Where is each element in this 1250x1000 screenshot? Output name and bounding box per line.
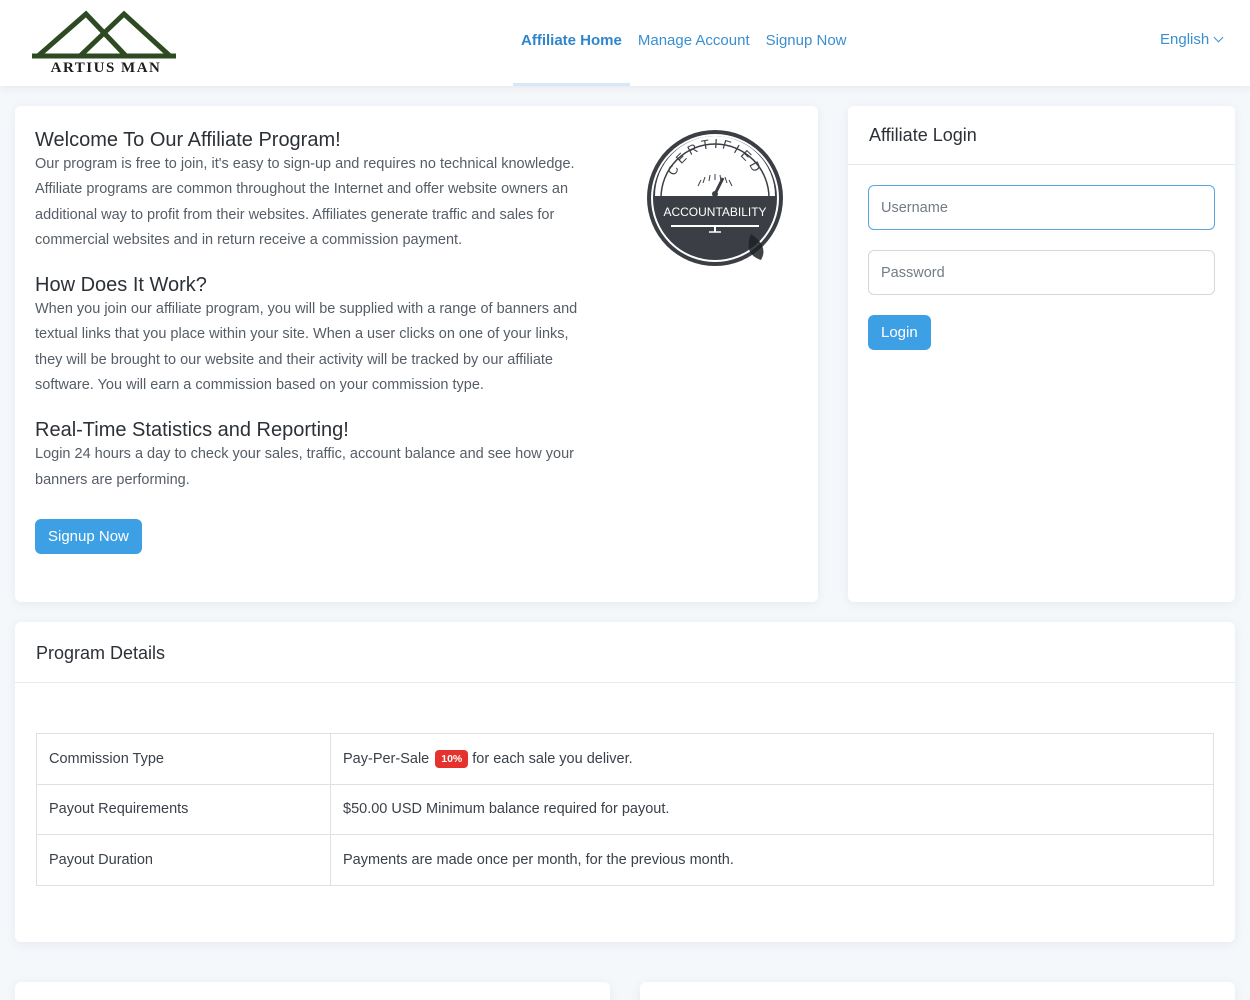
- login-button[interactable]: Login: [868, 315, 931, 350]
- commission-type-suffix: for each sale you deliver.: [472, 750, 633, 767]
- program-details-title: Program Details: [15, 622, 1235, 683]
- section-title-how: How Does It Work?: [35, 274, 207, 297]
- main-nav: Affiliate Home Manage Account Signup Now: [513, 0, 855, 86]
- table-row: Payout Requirements $50.00 USD Minimum b…: [36, 783, 1214, 835]
- nav-affiliate-home[interactable]: Affiliate Home: [513, 0, 630, 86]
- chevron-down-icon: [1213, 32, 1224, 43]
- top-navbar: ARTIUS MAN Affiliate Home Manage Account…: [0, 0, 1250, 86]
- brand-logo[interactable]: ARTIUS MAN: [20, 8, 192, 76]
- badge-label: ACCOUNTABILITY: [663, 205, 766, 219]
- section-body-stats: Login 24 hours a day to check your sales…: [35, 446, 574, 488]
- language-label: English: [1160, 31, 1210, 48]
- username-input[interactable]: [868, 185, 1215, 230]
- language-selector[interactable]: English: [1160, 31, 1224, 48]
- section-title-stats: Real-Time Statistics and Reporting!: [35, 419, 349, 442]
- section-body-how: When you join our affiliate program, you…: [35, 301, 578, 394]
- row-key-commission-type: Commission Type: [36, 733, 331, 785]
- mountain-logo-icon: ARTIUS MAN: [32, 10, 176, 76]
- welcome-content: Welcome To Our Affiliate Program! Our pr…: [35, 128, 595, 554]
- affiliate-login-card: Affiliate Login Login: [848, 106, 1235, 602]
- nav-manage-account[interactable]: Manage Account: [630, 0, 758, 86]
- program-details-table: Commission Type Pay-Per-Sale 10% for each …: [36, 733, 1214, 886]
- signup-now-button[interactable]: Signup Now: [35, 518, 142, 554]
- commission-rate-badge: 10%: [435, 749, 469, 768]
- row-key-payout-duration: Payout Duration: [36, 834, 331, 886]
- row-value-payout-requirements: $50.00 USD Minimum balance required for …: [330, 783, 1214, 835]
- section-body-welcome: Our program is free to join, it's easy t…: [35, 156, 575, 248]
- row-value-commission-type: Pay-Per-Sale 10% for each sale you deliver…: [330, 733, 1214, 785]
- nav-signup-now[interactable]: Signup Now: [758, 0, 855, 86]
- lower-right-card: [640, 982, 1235, 1000]
- lower-left-card: [15, 982, 610, 1000]
- commission-type-value: Pay-Per-Sale: [343, 750, 430, 767]
- login-form: Login: [848, 165, 1235, 370]
- section-title-welcome: Welcome To Our Affiliate Program!: [35, 129, 341, 151]
- logo-wordmark: ARTIUS MAN: [51, 60, 162, 74]
- login-title: Affiliate Login: [848, 106, 1235, 165]
- welcome-card: Welcome To Our Affiliate Program! Our pr…: [15, 106, 818, 602]
- row-key-payout-requirements: Payout Requirements: [36, 783, 331, 835]
- certified-accountability-icon: CERTIFIED ACCOUNTABILITY: [647, 130, 783, 266]
- program-details-card: Program Details Commission Type Pay-Per-…: [15, 622, 1235, 942]
- table-row: Commission Type Pay-Per-Sale 10% for each …: [36, 733, 1214, 785]
- password-input[interactable]: [868, 250, 1215, 295]
- certified-badge: CERTIFIED ACCOUNTABILITY: [643, 126, 787, 270]
- row-value-payout-duration: Payments are made once per month, for th…: [330, 834, 1214, 886]
- table-row: Payout Duration Payments are made once p…: [36, 834, 1214, 886]
